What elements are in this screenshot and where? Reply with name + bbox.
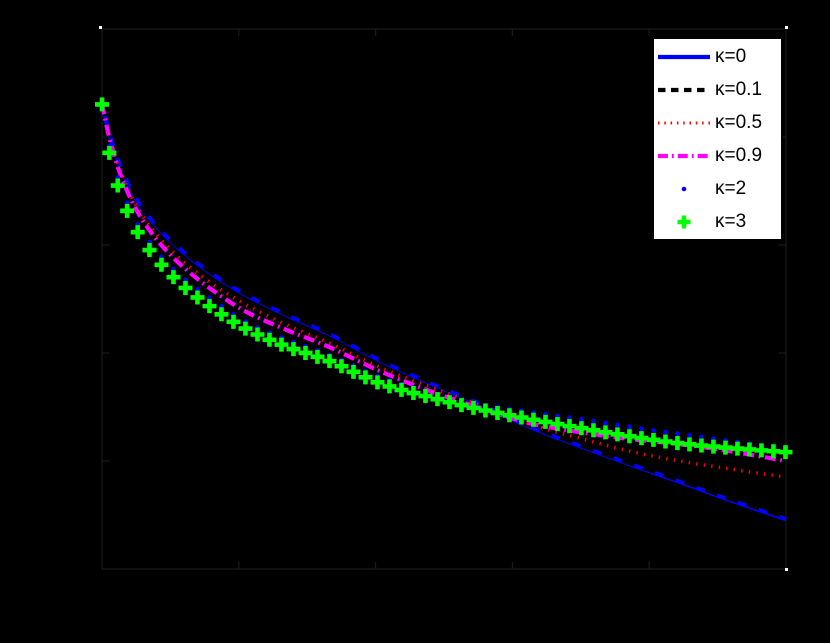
corner-artifact-dot: [785, 26, 788, 29]
legend-line-sample: [658, 87, 710, 92]
legend-line-sample: [681, 186, 687, 191]
legend-entry: κ=0.5: [654, 106, 781, 139]
legend-entry: κ=0: [654, 40, 781, 73]
legend-label: κ=3: [715, 211, 747, 232]
legend-line-sample: [658, 54, 710, 59]
figure-canvas: κ=0 κ=0.1 κ=0.5 κ=0.9 κ=2 κ=3: [0, 0, 830, 643]
legend-entry: κ=0.1: [654, 73, 781, 106]
legend-entry: κ=3: [654, 205, 781, 238]
legend-line-sample: [658, 121, 710, 124]
legend-line-sample: [677, 215, 691, 228]
corner-artifact-dot: [99, 26, 102, 29]
legend-label: κ=0.1: [715, 79, 763, 100]
legend-label: κ=0.5: [715, 112, 763, 133]
legend-label: κ=2: [715, 178, 747, 199]
legend: κ=0 κ=0.1 κ=0.5 κ=0.9 κ=2 κ=3: [652, 37, 783, 241]
corner-artifact-dot: [785, 568, 788, 571]
legend-label: κ=0: [715, 46, 747, 67]
legend-label: κ=0.9: [715, 145, 763, 166]
legend-line-sample: [658, 153, 710, 158]
legend-entry: κ=2: [654, 172, 781, 205]
legend-entry: κ=0.9: [654, 139, 781, 172]
